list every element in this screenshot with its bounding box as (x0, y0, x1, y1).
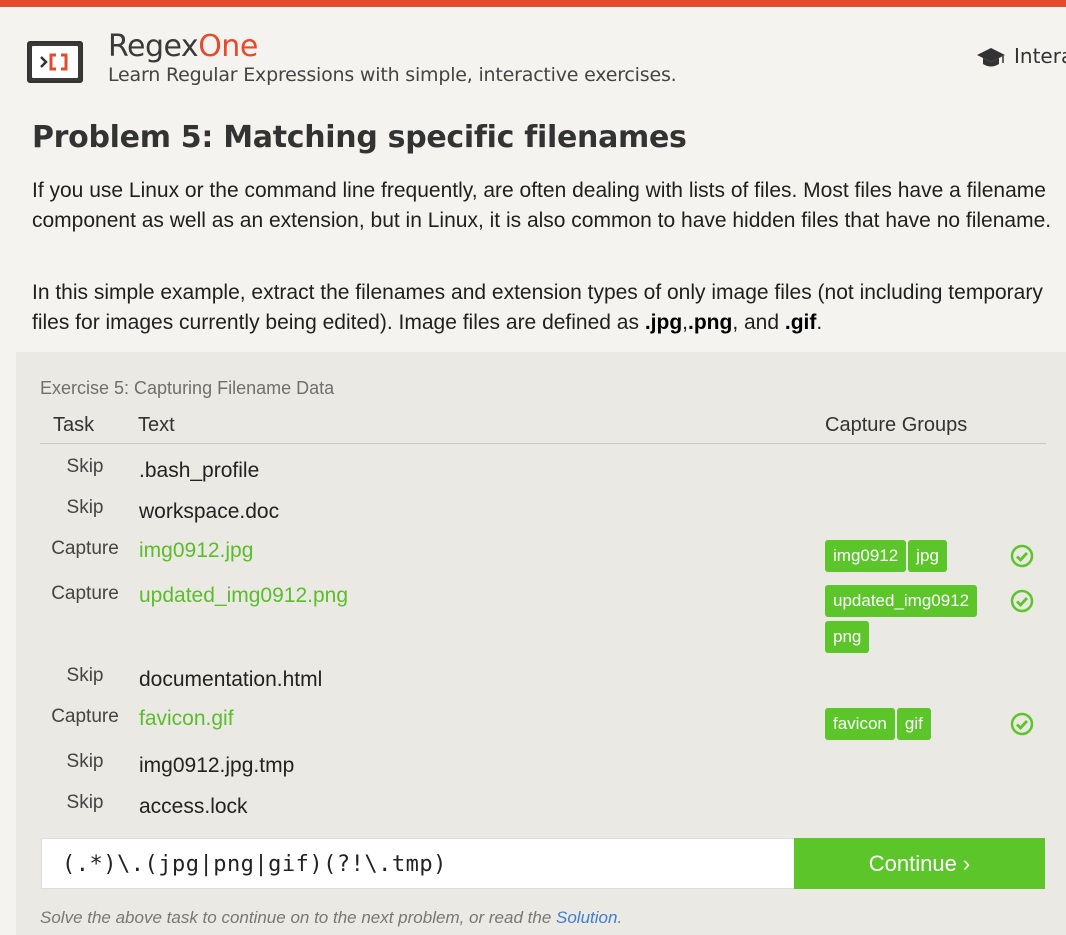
header-task: Task (53, 414, 95, 436)
footnote: Solve the above task to continue on to t… (40, 908, 622, 928)
test-text: favicon.gif (139, 707, 234, 730)
problem-title: Problem 5: Matching specific filenames (32, 120, 687, 155)
header-divider (40, 443, 1046, 444)
capture-group-chip: png (825, 621, 870, 653)
capture-group-chip: gif (896, 708, 931, 740)
problem-paragraph-2: In this simple example, extract the file… (32, 278, 1052, 338)
capture-group-chip: jpg (908, 540, 947, 572)
test-text: documentation.html (139, 668, 323, 691)
capture-groups: img0912 jpg (825, 540, 995, 576)
test-text: .bash_profile (139, 459, 260, 482)
check-circle-icon (1010, 589, 1034, 613)
check-circle-icon (1010, 712, 1034, 736)
ext-jpg: .jpg (644, 311, 683, 334)
task-label: Capture (51, 583, 119, 604)
nav-label: Intera (1014, 44, 1066, 68)
test-text: img0912.jpg.tmp (139, 754, 295, 777)
task-label: Capture (51, 538, 119, 559)
check-circle-icon (1010, 544, 1034, 568)
brand-part-one: One (198, 29, 258, 64)
and-text: , and (732, 311, 785, 334)
problem-paragraph-1: If you use Linux or the command line fre… (32, 179, 1052, 232)
capture-group-chip: favicon (825, 708, 895, 740)
capture-groups: updated_img0912png (825, 585, 995, 657)
test-text: workspace.doc (139, 500, 280, 523)
test-text: img0912.jpg (139, 539, 254, 562)
task-label: Skip (66, 497, 104, 518)
capture-group-chip: updated_img0912 (825, 585, 978, 617)
tagline: Learn Regular Expressions with simple, i… (108, 64, 677, 86)
solution-link[interactable]: Solution (556, 908, 617, 927)
nav-interactive-link[interactable]: Intera (976, 44, 1066, 68)
ext-png: .png (688, 311, 733, 334)
task-label: Skip (66, 665, 104, 686)
header-capture-groups: Capture Groups (825, 414, 968, 436)
test-text: updated_img0912.png (139, 584, 349, 607)
paragraph-2-text: In this simple example, extract the file… (32, 281, 1043, 334)
task-label: Skip (66, 792, 104, 813)
task-label: Skip (66, 751, 104, 772)
brand-part-regex: Regex (108, 29, 199, 64)
footnote-text: Solve the above task to continue on to t… (40, 908, 556, 927)
header-text: Text (138, 414, 175, 436)
period: . (816, 311, 823, 334)
ext-gif: .gif (784, 311, 817, 334)
footnote-end: . (617, 908, 623, 927)
capture-groups: favicon gif (825, 708, 995, 744)
top-accent-bar (0, 0, 1066, 7)
task-label: Skip (66, 456, 104, 477)
graduation-cap-icon (977, 48, 1005, 67)
continue-button[interactable]: Continue › (794, 838, 1045, 889)
capture-group-chip: img0912 (825, 540, 907, 572)
test-text: access.lock (139, 795, 248, 818)
regexone-logo-icon[interactable] (27, 41, 83, 83)
regex-input[interactable]: (.*)\.(jpg|png|gif)(?!\.tmp) (41, 838, 795, 889)
brand-title[interactable]: RegexOne (108, 29, 258, 64)
exercise-panel: Exercise 5: Capturing Filename Data Task… (16, 352, 1066, 935)
task-label: Capture (51, 706, 119, 727)
exercise-title: Exercise 5: Capturing Filename Data (40, 378, 335, 398)
